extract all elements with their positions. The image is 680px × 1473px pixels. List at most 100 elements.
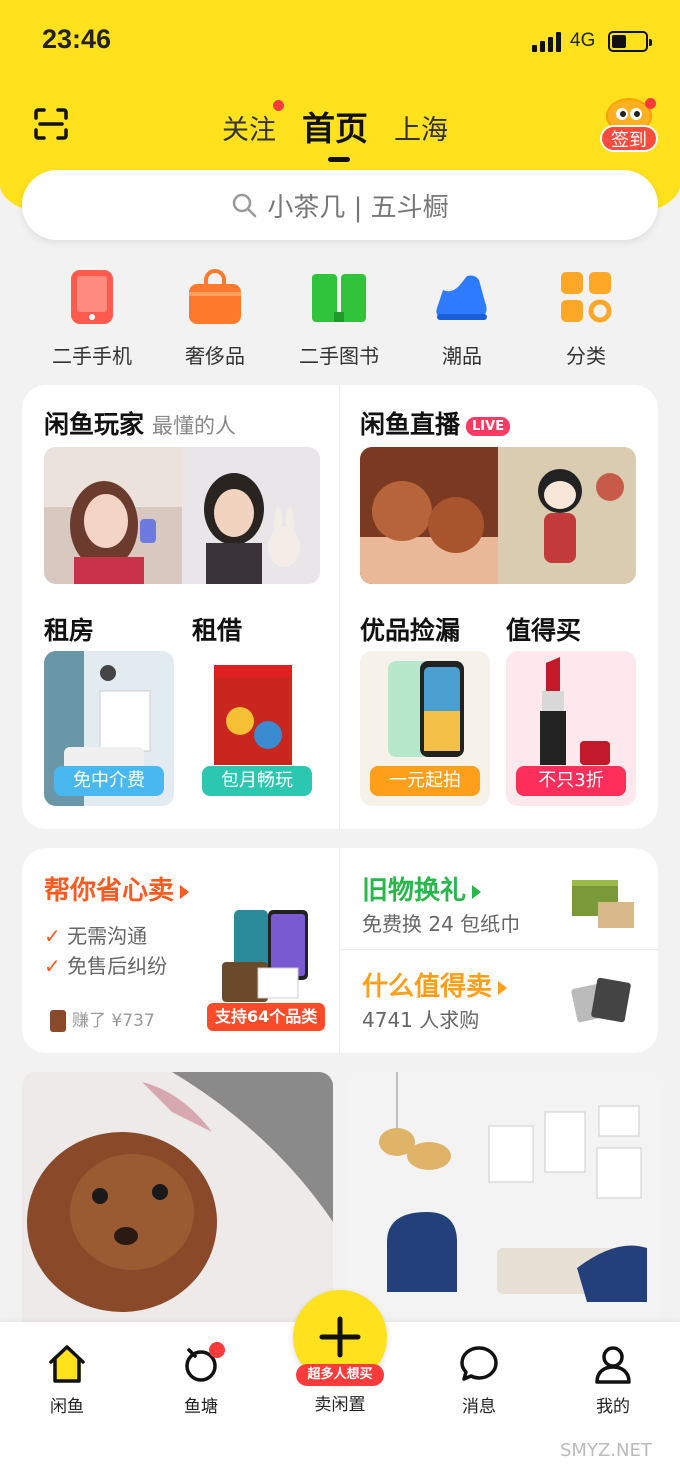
divider xyxy=(339,385,340,829)
worth-tile[interactable]: 不只3折 xyxy=(506,651,636,806)
living-room-image xyxy=(347,1072,658,1332)
profile-icon xyxy=(593,1344,633,1384)
tab-sell[interactable]: 卖闲置 xyxy=(295,1390,385,1415)
rent-tile[interactable]: 免中介费 xyxy=(44,651,174,806)
sell-earned: 赚了 ¥737 xyxy=(50,1006,155,1032)
home-icon xyxy=(47,1344,87,1384)
players-section[interactable]: 闲鱼玩家 最懂的人 xyxy=(44,405,236,441)
worth-tag: 不只3折 xyxy=(516,766,626,796)
players-title: 闲鱼玩家 xyxy=(44,410,145,439)
divider xyxy=(339,848,340,1053)
plus-icon xyxy=(319,1316,361,1358)
category-luxury[interactable]: 奢侈品 xyxy=(155,262,275,369)
tab-follow[interactable]: 关注 xyxy=(222,100,284,147)
bag-icon xyxy=(186,268,244,326)
category-label: 二手图书 xyxy=(299,344,379,368)
search-bar[interactable]: 小茶几 | 五斗橱 xyxy=(22,170,658,240)
tab-pond[interactable]: 鱼塘 xyxy=(156,1342,246,1417)
sell-products-image xyxy=(218,910,322,1002)
exchange-title-row[interactable]: 旧物换礼 xyxy=(362,870,482,907)
message-icon xyxy=(459,1344,499,1384)
live-badge: LIVE xyxy=(466,416,511,436)
search-icon xyxy=(233,193,257,218)
feed-item-dog[interactable] xyxy=(22,1072,333,1332)
live-section[interactable]: 闲鱼直播 LIVE xyxy=(360,405,511,441)
category-all[interactable]: 分类 xyxy=(526,262,646,369)
check-icon: ✓ xyxy=(44,954,61,978)
signin-label: 签到 xyxy=(600,125,658,152)
exchange-title: 旧物换礼 xyxy=(362,876,467,906)
picks-tag: 一元起拍 xyxy=(370,766,480,796)
category-label: 二手手机 xyxy=(52,344,132,368)
tab-label: 卖闲置 xyxy=(314,1395,366,1415)
status-time: 23:46 xyxy=(42,24,112,54)
tab-home-label: 首页 xyxy=(302,109,368,148)
feature-card: 闲鱼玩家 最懂的人 闲鱼直播 LIVE 租房 租借 优品捡漏 值得买 免中介费 … xyxy=(22,385,658,829)
category-label: 奢侈品 xyxy=(185,344,245,368)
category-label: 分类 xyxy=(566,344,606,368)
category-books[interactable]: 二手图书 xyxy=(279,262,399,369)
sneaker-icon xyxy=(433,268,491,326)
pond-icon xyxy=(181,1342,225,1384)
live-photos[interactable] xyxy=(360,447,636,584)
rent-title: 租房 xyxy=(44,616,95,645)
signin-button[interactable]: 签到 xyxy=(598,98,660,154)
sell-earned-text: 赚了 ¥737 xyxy=(72,1011,155,1031)
dog-image xyxy=(22,1072,333,1332)
sell-title-row[interactable]: 帮你省心卖 xyxy=(44,870,190,907)
tab-label: 闲鱼 xyxy=(50,1397,84,1417)
status-bar: 23:46 4G xyxy=(0,0,680,80)
sell-hot-badge: 超多人想买 xyxy=(296,1364,384,1386)
players-image xyxy=(44,447,320,584)
scan-icon[interactable] xyxy=(34,108,68,140)
tab-label: 鱼塘 xyxy=(184,1397,218,1417)
sell-title: 帮你省心卖 xyxy=(44,876,175,906)
sell-point: ✓ 无需沟通 xyxy=(44,920,147,949)
watermark: SMYZ.NET xyxy=(560,1440,652,1461)
worth-sell-title: 什么值得卖 xyxy=(362,972,493,1002)
grid-icon xyxy=(557,268,615,326)
category-phones[interactable]: 二手手机 xyxy=(32,262,152,369)
arrow-right-icon xyxy=(498,980,508,995)
phone-icon xyxy=(63,268,121,326)
sell-card: 帮你省心卖 ✓ 无需沟通 ✓ 免售后纠纷 赚了 ¥737 支持64个品类 旧物换… xyxy=(22,848,658,1053)
pond-dot xyxy=(209,1342,225,1358)
sell-point-text: 免售后纠纷 xyxy=(67,954,168,978)
category-label: 潮品 xyxy=(442,344,482,368)
tab-follow-label: 关注 xyxy=(222,115,276,146)
live-title: 闲鱼直播 xyxy=(360,410,461,439)
search-placeholder: 小茶几 | 五斗橱 xyxy=(267,192,449,223)
feed-item-living-room[interactable] xyxy=(347,1072,658,1332)
gadget-image xyxy=(568,972,636,1028)
signin-dot xyxy=(645,98,656,109)
players-photos[interactable] xyxy=(44,447,320,584)
sell-badge: 支持64个品类 xyxy=(207,1003,326,1031)
picks-tile[interactable]: 一元起拍 xyxy=(360,651,490,806)
check-icon: ✓ xyxy=(44,924,61,948)
rent-tag: 免中介费 xyxy=(54,766,164,796)
header-tabs: 关注 首页 上海 xyxy=(222,100,474,162)
tab-home[interactable]: 首页 xyxy=(302,100,368,162)
sell-point: ✓ 免售后纠纷 xyxy=(44,950,167,979)
worth-title: 值得买 xyxy=(506,616,582,645)
borrow-tile[interactable]: 包月畅玩 xyxy=(192,651,322,806)
signal-icon xyxy=(532,32,562,52)
exchange-subtitle: 免费换 24 包纸巾 xyxy=(362,912,521,936)
tab-city[interactable]: 上海 xyxy=(394,100,448,147)
book-icon xyxy=(310,268,368,326)
category-trendy[interactable]: 潮品 xyxy=(402,262,522,369)
tab-messages[interactable]: 消息 xyxy=(434,1344,524,1417)
picks-title: 优品捡漏 xyxy=(360,616,461,645)
tissue-image xyxy=(568,872,636,932)
borrow-title: 租借 xyxy=(192,616,243,645)
tab-profile[interactable]: 我的 xyxy=(568,1344,658,1417)
worth-sell-title-row[interactable]: 什么值得卖 xyxy=(362,966,508,1003)
tab-xianyu[interactable]: 闲鱼 xyxy=(22,1344,112,1417)
live-image xyxy=(360,447,636,584)
borrow-tag: 包月畅玩 xyxy=(202,766,312,796)
tab-city-label: 上海 xyxy=(394,115,448,146)
tab-label: 消息 xyxy=(462,1397,496,1417)
network-label: 4G xyxy=(570,30,596,51)
worth-sell-subtitle: 4741 人求购 xyxy=(362,1008,480,1032)
category-row: 二手手机 奢侈品 二手图书 潮品 分类 xyxy=(0,262,680,372)
